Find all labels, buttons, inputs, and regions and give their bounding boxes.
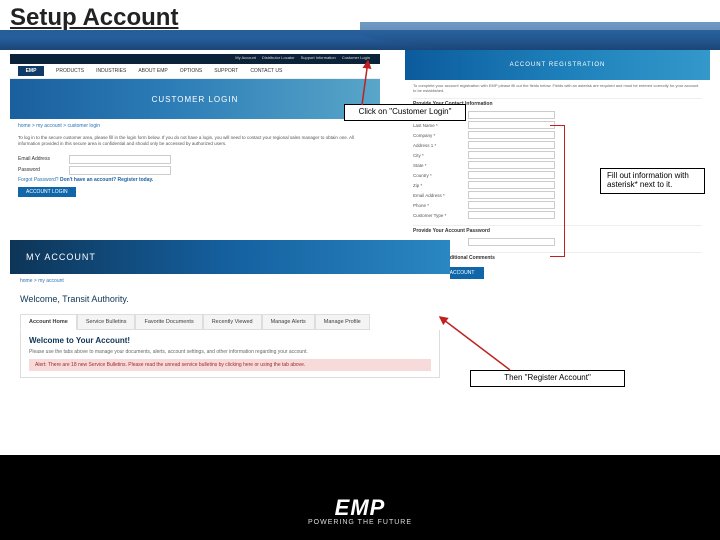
nav-item[interactable]: PRODUCTS	[56, 68, 84, 74]
hero-account-registration: ACCOUNT REGISTRATION	[405, 50, 710, 80]
zip-field[interactable]	[468, 181, 555, 189]
breadcrumb: home > my account > customer login	[10, 119, 380, 133]
callout-fill-asterisk-info: Fill out information with asterisk* next…	[600, 168, 705, 194]
slide: Setup Account My Account Distributor Loc…	[0, 0, 720, 540]
footer-tagline: POWERING THE FUTURE	[308, 519, 412, 526]
customer-type-field[interactable]	[468, 211, 555, 219]
reg-email-field[interactable]	[468, 191, 555, 199]
password-label: Password	[18, 167, 63, 173]
tab-account-home[interactable]: Account Home	[20, 314, 77, 330]
register-today-link[interactable]: Don't have an account? Register today.	[60, 177, 153, 183]
registration-intro: To complete your account registration wi…	[405, 80, 710, 96]
main-nav: EMP PRODUCTS INDUSTRIES ABOUT EMP OPTION…	[10, 64, 380, 79]
bottom-decoration: EMP POWERING THE FUTURE	[0, 455, 720, 540]
intro-text: To log in to the secure customer area, p…	[10, 133, 380, 149]
field-label: Last Name *	[413, 123, 468, 128]
forgot-password-link[interactable]: Forgot Password?	[18, 177, 59, 183]
nav-item[interactable]: CONTACT US	[250, 68, 282, 74]
emp-footer-logo: EMP POWERING THE FUTURE	[308, 497, 412, 526]
top-link[interactable]: Distributor Locator	[262, 55, 295, 63]
field-label: Country *	[413, 173, 468, 178]
panel-note: Please use the tabs above to manage your…	[29, 349, 431, 355]
field-label: Company *	[413, 133, 468, 138]
welcome-heading: Welcome, Transit Authority.	[10, 288, 450, 314]
email-field[interactable]	[69, 155, 171, 164]
slide-title: Setup Account	[10, 4, 178, 32]
tab-manage-alerts[interactable]: Manage Alerts	[262, 314, 315, 330]
field-label: Customer Type *	[413, 213, 468, 218]
account-panel: Welcome to Your Account! Please use the …	[20, 330, 440, 378]
nav-item[interactable]: INDUSTRIES	[96, 68, 126, 74]
email-label: Email Address	[18, 156, 63, 162]
last-name-field[interactable]	[468, 121, 555, 129]
phone-field[interactable]	[468, 201, 555, 209]
footer-brand: EMP	[308, 497, 412, 519]
hero-my-account: MY ACCOUNT	[10, 240, 450, 274]
field-label: Phone *	[413, 203, 468, 208]
state-field[interactable]	[468, 161, 555, 169]
breadcrumb: home > my account	[10, 274, 450, 288]
company-field[interactable]	[468, 131, 555, 139]
login-form: Email Address Password Forgot Password? …	[10, 149, 380, 201]
field-label: City *	[413, 153, 468, 158]
top-decoration	[0, 30, 720, 50]
account-login-button[interactable]: ACCOUNT LOGIN	[18, 187, 76, 197]
tab-recently-viewed[interactable]: Recently Viewed	[203, 314, 262, 330]
top-link[interactable]: Support Information	[301, 55, 336, 63]
city-field[interactable]	[468, 151, 555, 159]
panel-heading: Welcome to Your Account!	[29, 336, 431, 345]
annotation-bracket	[550, 125, 565, 257]
tab-manage-profile[interactable]: Manage Profile	[315, 314, 370, 330]
country-field[interactable]	[468, 171, 555, 179]
account-tabs: Account Home Service Bulletins Favorite …	[20, 314, 440, 330]
field-label: State *	[413, 163, 468, 168]
reg-password-field[interactable]	[468, 238, 555, 246]
emp-logo-small: EMP	[18, 66, 44, 76]
first-name-field[interactable]	[468, 111, 555, 119]
nav-item[interactable]: SUPPORT	[214, 68, 238, 74]
address-field[interactable]	[468, 141, 555, 149]
screenshot-customer-login: My Account Distributor Locator Support I…	[10, 54, 380, 234]
hero-customer-login: CUSTOMER LOGIN	[10, 79, 380, 119]
nav-item[interactable]: ABOUT EMP	[138, 68, 167, 74]
field-label: Address 1 *	[413, 143, 468, 148]
screenshot-my-account: MY ACCOUNT home > my account Welcome, Tr…	[10, 240, 450, 425]
tab-service-bulletins[interactable]: Service Bulletins	[77, 314, 136, 330]
tab-favorite-documents[interactable]: Favorite Documents	[135, 314, 202, 330]
nav-item[interactable]: OPTIONS	[180, 68, 203, 74]
annotation-arrow-2	[430, 312, 520, 377]
top-links-bar: My Account Distributor Locator Support I…	[10, 54, 380, 64]
password-field[interactable]	[69, 166, 171, 175]
annotation-arrow-1	[340, 55, 380, 110]
field-label: Zip *	[413, 183, 468, 188]
service-bulletin-alert: Alert: There are 18 new Service Bulletin…	[29, 359, 431, 371]
top-link[interactable]: My Account	[235, 55, 256, 63]
field-label: Email Address *	[413, 193, 468, 198]
